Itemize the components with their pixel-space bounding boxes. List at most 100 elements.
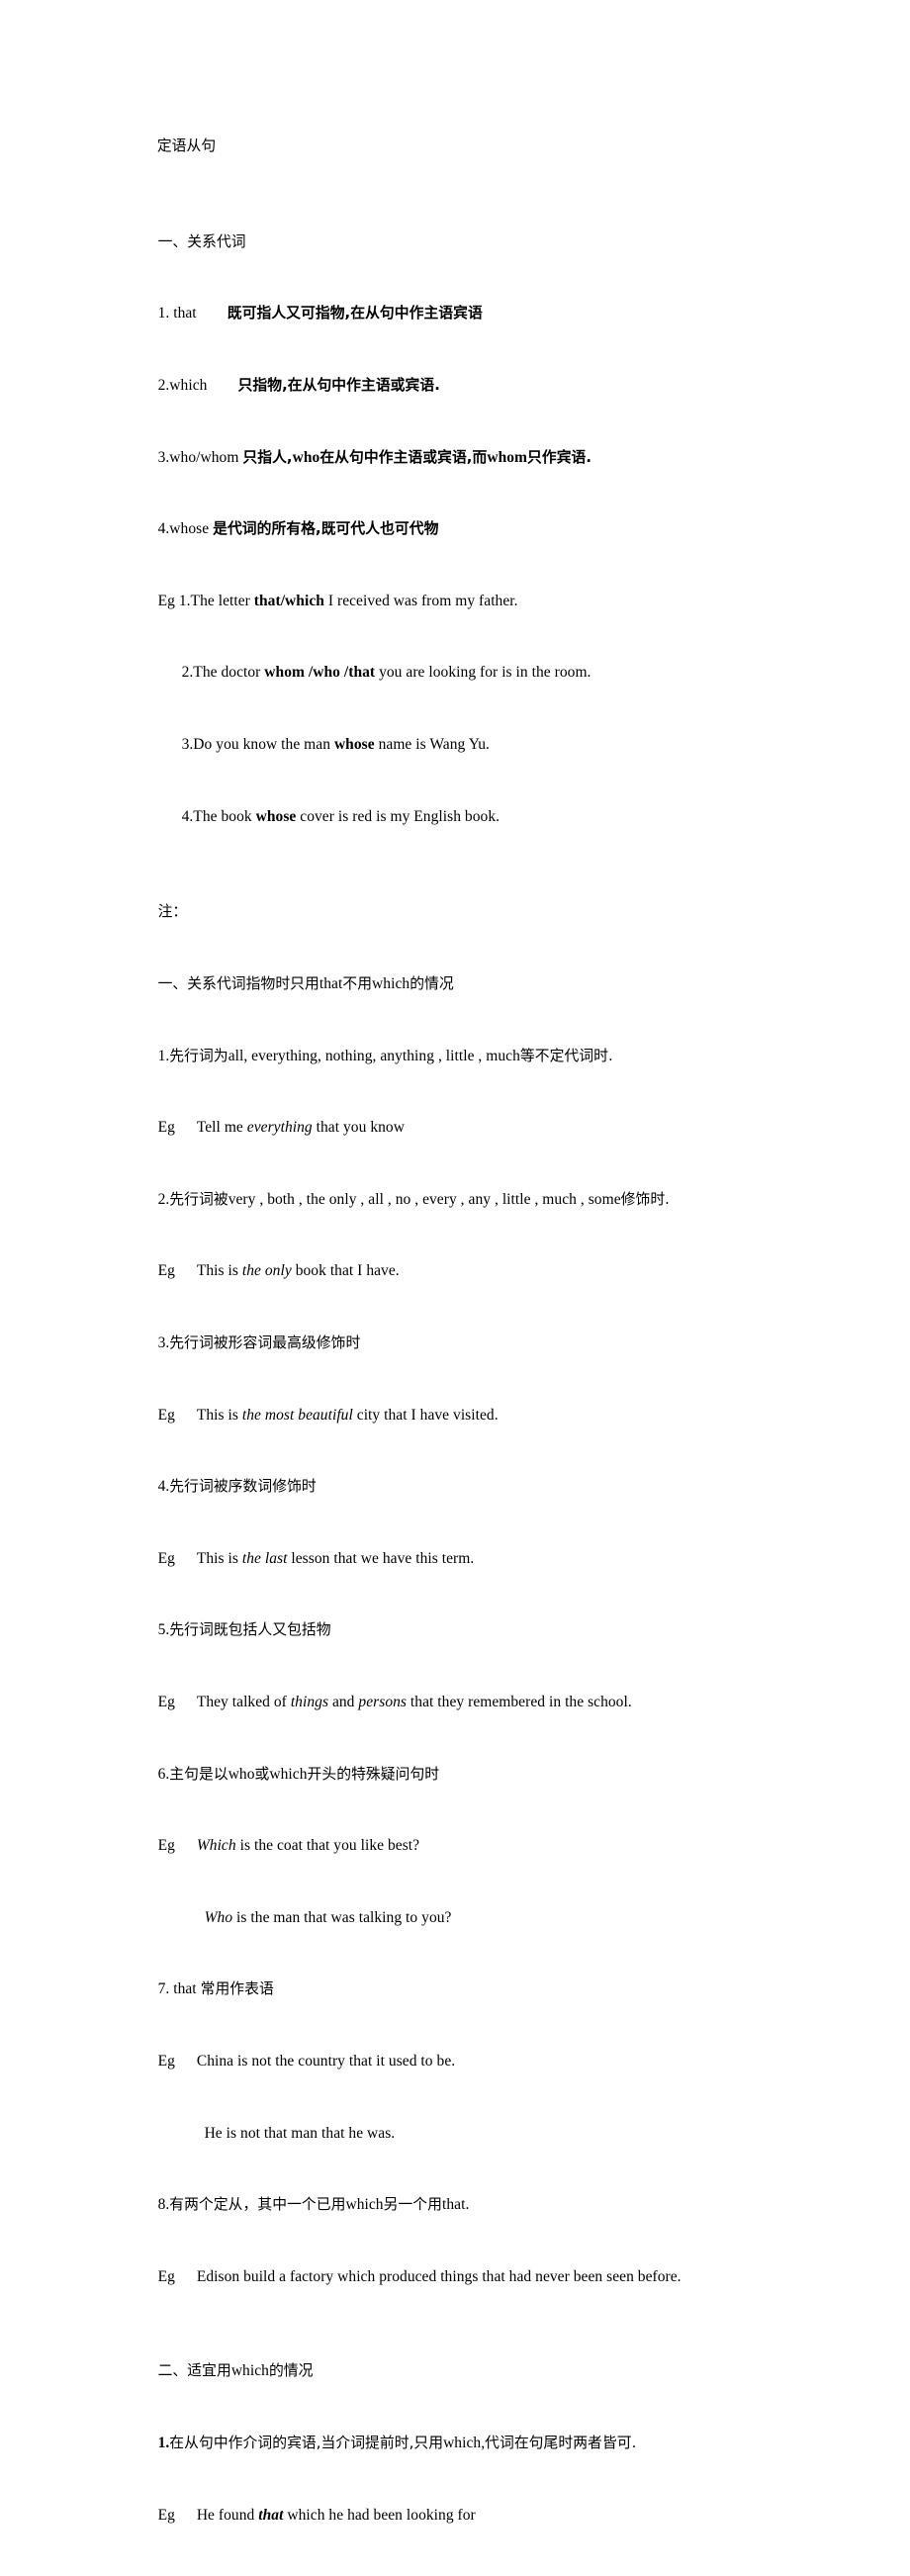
document-title-text: 定语从句 xyxy=(156,138,217,155)
rule-line: 3.先行词被形容词最高级修饰时 xyxy=(135,1308,827,1380)
rule-latin-list: all, everything, nothing, anything , lit… xyxy=(228,1047,520,1064)
rule-example-line: Eg This is the most beautiful city that … xyxy=(135,1379,827,1451)
pronoun-item-who-whom: 3.who/whom 只指人,who在从句中作主语或宾语,而whom只作宾语. xyxy=(135,421,827,494)
example-italic: the most beautiful xyxy=(241,1406,353,1424)
pronoun-item-number: 2. xyxy=(157,377,170,395)
rule-number: 1. xyxy=(157,2435,170,2452)
example-number: 3. xyxy=(181,736,194,754)
note-heading-latin-which: which xyxy=(230,2362,269,2380)
pronoun-item-whose: 4.whose 是代词的所有格,既可代人也可代物 xyxy=(135,494,827,566)
rule-example-line: This is the question that/which we have … xyxy=(135,2551,827,2576)
example-text-post: I received was from my father. xyxy=(323,592,518,609)
example-text-pre: Do you know the man xyxy=(193,736,334,754)
pronoun-item-word: that xyxy=(173,305,197,322)
pronoun-item-gap xyxy=(207,377,237,394)
example-gap xyxy=(175,1119,197,1136)
note-heading-latin-that: that xyxy=(318,974,343,992)
rule-latin-list: very , both , the only , all , no , ever… xyxy=(228,1190,621,1208)
rule-line: 7. that 常用作表语 xyxy=(135,1954,827,2026)
example-gap xyxy=(175,2507,197,2524)
example-highlight: whose xyxy=(255,807,297,825)
rule-example-line: Eg Tell me everything that you know xyxy=(135,1092,827,1164)
example-text-post: city that I have visited. xyxy=(352,1406,499,1424)
rule-number: 3. xyxy=(157,1334,170,1351)
rule-text-full: 先行词既包括人又包括物 xyxy=(169,1621,331,1639)
rule-latin-which: which xyxy=(345,2196,384,2214)
example-number: 4. xyxy=(181,807,194,825)
example-text-post: you are looking for is in the room. xyxy=(375,664,592,682)
example-italic-things: things xyxy=(290,1694,329,1710)
pronoun-item-which: 2.which 只指物,在从句中作主语或宾语. xyxy=(135,350,827,422)
section-heading-text: 一、关系代词 xyxy=(157,232,246,250)
pronoun-item-description: 既可指人又可指物,在从句中作主语宾语 xyxy=(227,305,483,322)
example-label: Eg xyxy=(157,1837,175,1855)
rule-line: 2.先行词被very , both , the only , all , no … xyxy=(135,1164,827,1237)
rule-example-line: Eg Which is the coat that you like best? xyxy=(135,1810,827,1883)
rule-text-a: 在从句中作介词的宾语,当介词提前时,只用 xyxy=(169,2435,444,2452)
example-italic: the only xyxy=(241,1262,292,1280)
example-italic-persons: persons xyxy=(358,1694,407,1710)
rule-example-line-continued: He is not that man that he was. xyxy=(135,2097,827,2169)
pronoun-item-inline-who: who xyxy=(292,448,320,466)
note-heading-part-b: 不用 xyxy=(342,974,373,992)
example-gap xyxy=(175,1550,197,1567)
rule-text-full: 先行词被形容词最高级修饰时 xyxy=(169,1334,361,1351)
pronoun-item-word: whose xyxy=(169,520,210,538)
example-text-pre: The doctor xyxy=(193,664,265,682)
note-heading-part-a: 一、关系代词指物时只用 xyxy=(157,974,319,992)
note-heading-part-b: 的情况 xyxy=(268,2362,314,2380)
pronoun-item-description: 只指物,在从句中作主语或宾语. xyxy=(237,377,440,395)
example-line: 2.The doctor whom /who /that you are loo… xyxy=(135,637,827,709)
rule-latin-who: who xyxy=(228,1765,255,1783)
example-text-pre: This is xyxy=(196,1549,242,1567)
example-label: Eg xyxy=(157,1406,175,1424)
note-section-one-heading: 一、关系代词指物时只用that不用which的情况 xyxy=(135,949,827,1021)
example-label: Eg xyxy=(157,2053,175,2070)
rule-line: 1.在从句中作介词的宾语,当介词提前时,只用which,代词在句尾时两者皆可. xyxy=(135,2408,827,2480)
rule-line: 5.先行词既包括人又包括物 xyxy=(135,1595,827,1667)
title-spacer xyxy=(135,183,827,207)
example-text-pre: This is xyxy=(196,1262,242,1280)
example-label: Eg xyxy=(157,1694,175,1710)
example-line: 3.Do you know the man whose name is Wang… xyxy=(135,709,827,782)
example-text-plain: Edison build a factory which produced th… xyxy=(196,2267,682,2285)
example-label: Eg xyxy=(157,1119,175,1137)
example-text-post: that you know xyxy=(312,1119,405,1137)
example-label: Eg xyxy=(157,1549,175,1567)
example-highlight: whose xyxy=(333,736,375,754)
example-line: 4.The book whose cover is red is my Engl… xyxy=(135,781,827,853)
pronoun-item-description: 是代词的所有格,既可代人也可代物 xyxy=(213,520,439,538)
rule-number: 6. xyxy=(157,1765,170,1783)
pronoun-item-number: 3. xyxy=(157,448,170,466)
example-label: Eg xyxy=(157,2506,175,2524)
rule-text-b: 代词在句尾时两者皆可. xyxy=(485,2435,637,2452)
rule-latin-that: that xyxy=(173,1980,197,1998)
example-gap xyxy=(175,2268,197,2285)
document-page: 定语从句 一、关系代词 1. that 既可指人又可指物,在从句中作主语宾语 2… xyxy=(0,0,910,2524)
rule-example-line-continued: Who is the man that was talking to you? xyxy=(135,1883,827,1955)
example-text-post: is the man that was talking to you? xyxy=(232,1908,452,1926)
rule-latin-which: which xyxy=(269,1765,308,1783)
example-gap xyxy=(175,1262,197,1279)
example-number: 2. xyxy=(181,664,194,682)
example-text-post: name is Wang Yu. xyxy=(374,736,490,754)
example-text-plain: China is not the country that it used to… xyxy=(196,2053,456,2070)
example-italic: Which xyxy=(196,1837,236,1855)
example-text-plain: He is not that man that he was. xyxy=(204,2124,396,2142)
example-gap xyxy=(175,2053,197,2070)
example-text-post: which he had been looking for xyxy=(283,2506,476,2524)
note-heading-latin-which: which xyxy=(372,974,410,992)
rule-example-line: Eg This is the last lesson that we have … xyxy=(135,1523,827,1596)
rule-example-line: Eg This is the only book that I have. xyxy=(135,1236,827,1308)
rule-line: 6.主句是以who或which开头的特殊疑问句时 xyxy=(135,1738,827,1810)
example-gap xyxy=(175,1694,197,1710)
example-text-mid: and xyxy=(328,1694,359,1710)
rule-number: 4. xyxy=(157,1478,170,1496)
section-heading-relative-pronouns: 一、关系代词 xyxy=(135,207,827,279)
rule-number: 7. xyxy=(157,1980,174,1998)
example-text-post: book that I have. xyxy=(291,1262,400,1280)
example-italic: everything xyxy=(246,1119,313,1137)
example-label: Eg xyxy=(157,2267,175,2285)
note-label: 注： xyxy=(135,876,827,949)
note-heading-part-a: 二、适宜用 xyxy=(157,2362,231,2380)
